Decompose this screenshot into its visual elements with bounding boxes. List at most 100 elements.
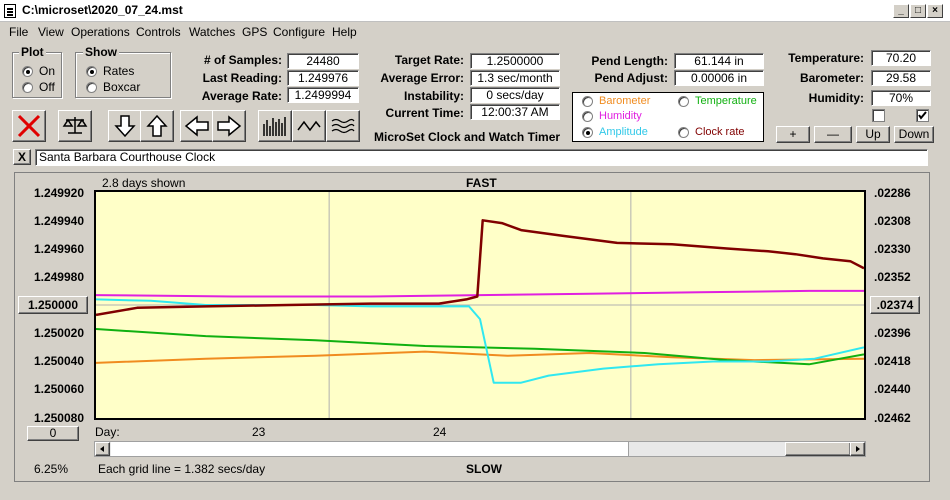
target-rate-field: 1.2500000: [470, 53, 560, 69]
pend-length-field: 61.144 in: [674, 53, 764, 69]
up-arrow-icon: [146, 114, 168, 137]
pend-adjust-label: Pend Adjust:: [594, 71, 668, 85]
maximize-button[interactable]: □: [910, 4, 926, 18]
down-button[interactable]: Down: [894, 126, 934, 143]
humidity-option[interactable]: Humidity: [599, 110, 642, 122]
line-graph-button[interactable]: [292, 110, 326, 142]
clock-rate-option[interactable]: Clock rate: [695, 126, 745, 138]
menu-view[interactable]: View: [38, 25, 64, 39]
scroll-thumb[interactable]: [111, 442, 629, 456]
option-checkbox-2[interactable]: [916, 109, 929, 122]
average-rate-field: 1.2499994: [287, 87, 359, 103]
plot-off-radio[interactable]: [22, 82, 33, 93]
average-rate-label: Average Rate:: [201, 89, 282, 103]
menu-configure[interactable]: Configure: [273, 25, 325, 39]
clear-button[interactable]: [12, 110, 46, 142]
scroll-right-button[interactable]: [850, 442, 865, 456]
y-tick-right: .02330: [874, 242, 911, 256]
menu-help[interactable]: Help: [332, 25, 357, 39]
show-boxcar-label[interactable]: Boxcar: [103, 80, 140, 94]
y-tick-left: 1.249940: [33, 214, 84, 228]
y-tick-left: 1.250040: [33, 354, 84, 368]
arrow-down-button[interactable]: [108, 110, 142, 142]
y-tick-right: .02352: [874, 270, 911, 284]
scroll-thumb-end[interactable]: [785, 442, 851, 456]
current-time-field: 12:00:37 AM: [470, 104, 560, 120]
target-rate-label: Target Rate:: [394, 53, 464, 67]
instability-field: 0 secs/day: [470, 87, 560, 103]
menu-operations[interactable]: Operations: [71, 25, 130, 39]
center-amplitude-button[interactable]: .02374: [870, 296, 920, 314]
multi-wave-button[interactable]: [326, 110, 360, 142]
up-button[interactable]: Up: [856, 126, 890, 143]
offset-button[interactable]: 0: [27, 426, 79, 441]
barometer-label: Barometer:: [799, 71, 864, 85]
clock-rate-radio[interactable]: [678, 127, 689, 138]
day-axis-label: Day:: [95, 425, 120, 439]
show-group-title: Show: [83, 45, 119, 59]
minus-button[interactable]: —: [814, 126, 852, 143]
window-title: C:\microset\2020_07_24.mst: [22, 3, 183, 17]
balance-button[interactable]: [58, 110, 92, 142]
series-line-humidity: [96, 289, 864, 298]
menu-gps[interactable]: GPS: [242, 25, 267, 39]
last-reading-label: Last Reading:: [202, 71, 282, 85]
y-tick-right: .02462: [874, 411, 911, 425]
temperature-radio[interactable]: [678, 96, 689, 107]
arrow-left-button[interactable]: [180, 110, 214, 142]
check-mark-icon: [918, 111, 927, 120]
bar-graph-button[interactable]: [258, 110, 292, 142]
center-rate-button[interactable]: 1.250000: [18, 296, 88, 314]
y-tick-left: 1.250060: [33, 382, 84, 396]
humidity-radio[interactable]: [582, 111, 593, 122]
menu-controls[interactable]: Controls: [136, 25, 181, 39]
y-tick-left: 1.250020: [33, 326, 84, 340]
horizontal-scrollbar[interactable]: [94, 441, 866, 457]
y-tick-right: .02286: [874, 186, 911, 200]
humidity-field: 70%: [871, 90, 931, 106]
plus-button[interactable]: +: [776, 126, 810, 143]
option-checkbox-1[interactable]: [872, 109, 885, 122]
y-tick-left: 1.249980: [33, 270, 84, 284]
scale-icon: [62, 117, 88, 134]
menu-file[interactable]: File: [9, 25, 28, 39]
days-shown-label: 2.8 days shown: [102, 176, 186, 190]
close-clock-button[interactable]: X: [13, 149, 31, 165]
pend-adjust-field: 0.00006 in: [674, 70, 764, 86]
plot-group-title: Plot: [19, 45, 46, 59]
plot-on-label[interactable]: On: [39, 64, 55, 78]
chart-svg: [96, 192, 864, 418]
temperature-option[interactable]: Temperature: [695, 95, 757, 107]
amplitude-option[interactable]: Amplitude: [599, 126, 648, 138]
title-bar: C:\microset\2020_07_24.mst _ □ ×: [0, 0, 950, 22]
plot-area: [94, 190, 866, 420]
x-tick: 23: [252, 425, 266, 439]
arrow-up-button[interactable]: [140, 110, 174, 142]
scroll-left-button[interactable]: [95, 442, 110, 456]
show-rates-label[interactable]: Rates: [103, 64, 134, 78]
barometer-radio[interactable]: [582, 96, 593, 107]
plot-on-radio[interactable]: [22, 66, 33, 77]
amplitude-radio[interactable]: [582, 127, 593, 138]
wave-icon: [297, 120, 321, 132]
series-line-clock-rate: [96, 219, 864, 317]
average-error-label: Average Error:: [380, 71, 464, 85]
y-tick-left: 1.250080: [33, 411, 84, 425]
down-arrow-icon: [114, 115, 136, 138]
show-boxcar-radio[interactable]: [86, 82, 97, 93]
right-arrow-icon: [217, 115, 242, 137]
minimize-button[interactable]: _: [893, 4, 909, 18]
samples-label: # of Samples:: [203, 53, 282, 67]
grid-note: Each grid line = 1.382 secs/day: [98, 462, 266, 476]
close-button[interactable]: ×: [927, 4, 943, 18]
arrow-right-button[interactable]: [212, 110, 246, 142]
menu-watches[interactable]: Watches: [189, 25, 235, 39]
barometer-option[interactable]: Barometer: [599, 95, 650, 107]
show-rates-radio[interactable]: [86, 66, 97, 77]
y-tick-right: .02440: [874, 382, 911, 396]
clock-name-field[interactable]: Santa Barbara Courthouse Clock: [35, 149, 928, 166]
fast-label: FAST: [466, 176, 497, 190]
last-reading-field: 1.249976: [287, 70, 359, 86]
app-icon: [4, 4, 16, 18]
plot-off-label[interactable]: Off: [39, 80, 55, 94]
